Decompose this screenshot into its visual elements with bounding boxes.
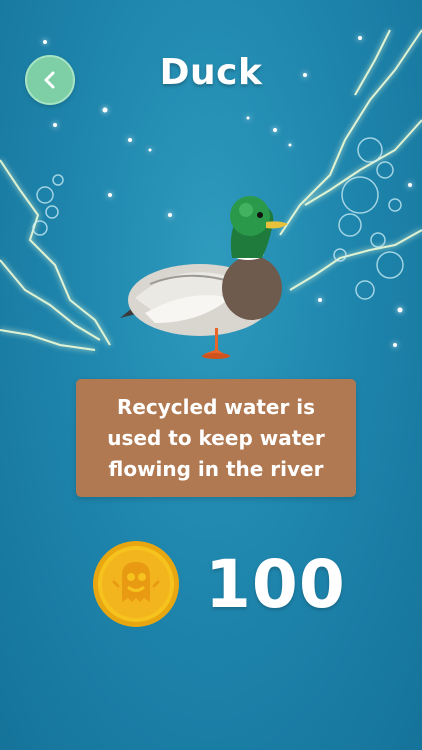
duck-illustration <box>120 196 288 359</box>
fact-text: Recycled water is used to keep water flo… <box>107 394 325 481</box>
fact-card: Recycled water is used to keep water flo… <box>76 379 356 497</box>
gold-coin-icon <box>93 541 179 627</box>
duck-fact-screen: Duck Recycled water is used to keep wate… <box>0 0 422 750</box>
lightning-effects <box>0 29 422 351</box>
page-title: Duck <box>159 52 263 93</box>
coin-amount: 100 <box>205 545 346 623</box>
